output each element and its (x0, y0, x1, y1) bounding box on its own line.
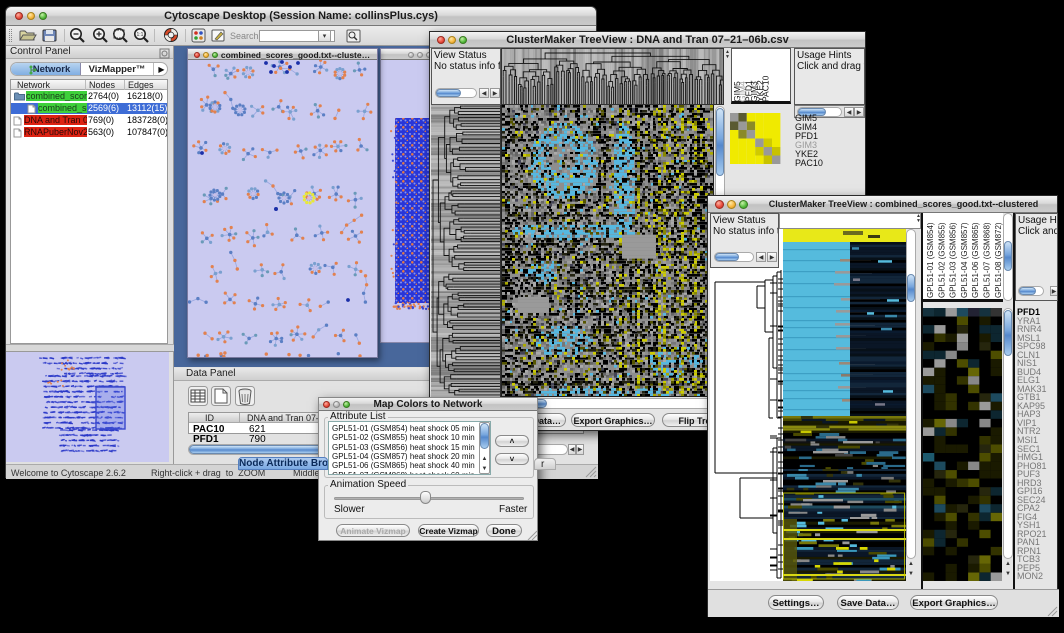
svg-text:GPL51-07 (GSM868): GPL51-07 (GSM868) (983, 222, 992, 298)
svg-text:1:1: 1:1 (137, 32, 144, 38)
svg-text:GPL51-08 (GSM872): GPL51-08 (GSM872) (994, 222, 1003, 298)
svg-text:GPL51-04 (GSM857): GPL51-04 (GSM857) (960, 222, 969, 298)
svg-text:GPL51-06 (GSM865): GPL51-06 (GSM865) (971, 222, 980, 298)
svg-text:GPL51-01 (GSM854): GPL51-01 (GSM854) (926, 222, 935, 298)
svg-text:PAC10: PAC10 (761, 75, 771, 102)
svg-text:GPL51-03 (GSM856): GPL51-03 (GSM856) (949, 222, 958, 298)
svg-text:Search:: Search: (230, 31, 261, 41)
svg-text:GPL51-02 (GSM855): GPL51-02 (GSM855) (937, 222, 946, 298)
